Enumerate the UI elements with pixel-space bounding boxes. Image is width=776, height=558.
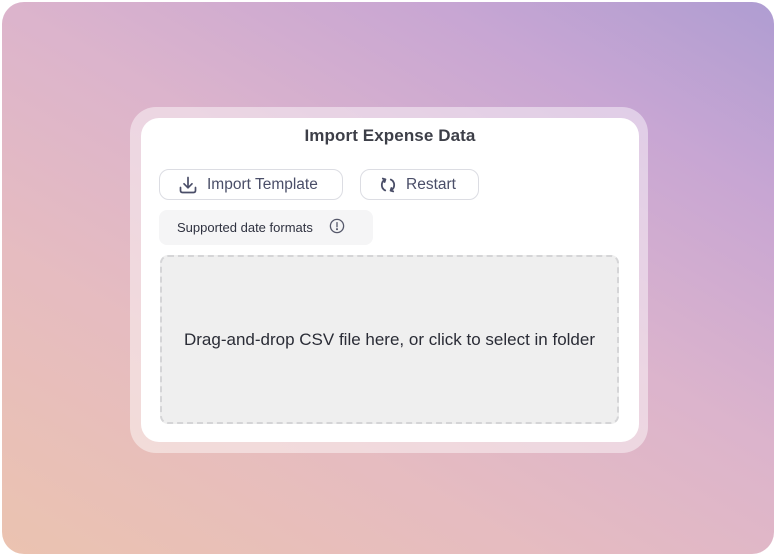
dialog-title: Import Expense Data bbox=[304, 126, 476, 145]
import-template-label: Import Template bbox=[207, 175, 318, 193]
csv-dropzone[interactable]: Drag-and-drop CSV file here, or click to… bbox=[160, 255, 619, 424]
background-gradient: Import Expense Data Import Template Rest… bbox=[2, 2, 774, 554]
download-icon bbox=[178, 175, 198, 195]
supported-date-formats[interactable]: Supported date formats bbox=[159, 210, 373, 245]
import-dialog: Import Expense Data Import Template Rest… bbox=[141, 118, 639, 442]
restart-label: Restart bbox=[406, 175, 456, 193]
restart-button[interactable]: Restart bbox=[360, 169, 479, 200]
supported-date-formats-label: Supported date formats bbox=[177, 220, 313, 235]
info-icon[interactable] bbox=[329, 218, 345, 237]
refresh-icon bbox=[379, 176, 397, 194]
import-template-button[interactable]: Import Template bbox=[159, 169, 343, 200]
dropzone-instructions: Drag-and-drop CSV file here, or click to… bbox=[183, 329, 595, 349]
